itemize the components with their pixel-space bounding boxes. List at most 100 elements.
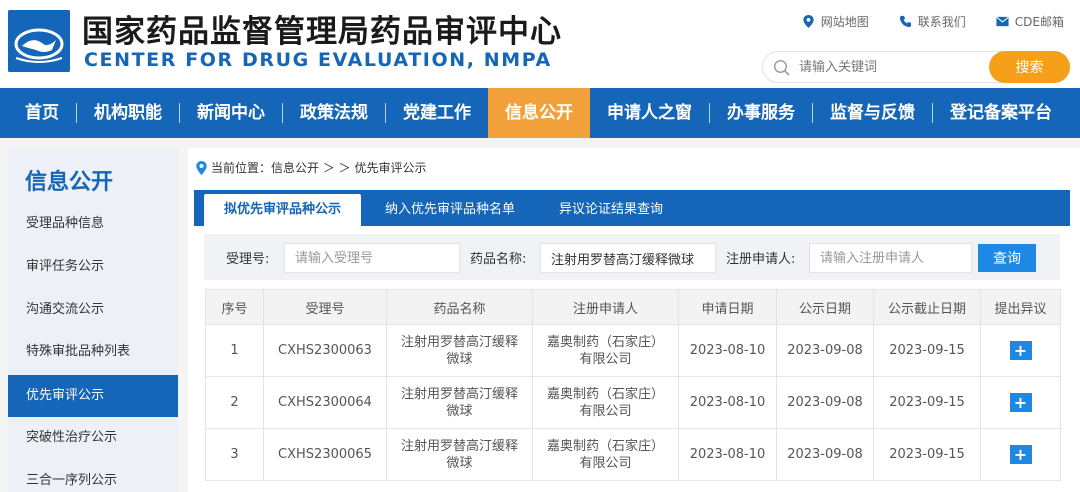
deadline-date: 2023-09-15 [873,428,981,481]
drug-name-line: 注射用罗替高汀缓释 [400,386,518,402]
drug-name: 注射用罗替高汀缓释 微球 [386,376,533,429]
drug-name: 注射用罗替高汀缓释 微球 [386,428,533,481]
site-header: 国家药品监督管理局药品审评中心 CENTER FOR DRUG EVALUATI… [0,0,1080,88]
nav-item-applicant[interactable]: 申请人之窗 [590,88,709,138]
acceptance-no: CXHS2300063 [263,324,387,377]
tab-proposed-priority[interactable]: 拟优先审评品种公示 [204,194,362,226]
apply-date: 2023-08-10 [678,428,777,481]
row-number: 3 [205,428,264,481]
search-icon [773,59,791,77]
filter-bar: 受理号: 药品名称: 注册申请人: 查询 [204,234,1060,280]
sidebar: 信息公开 受理品种信息 审评任务公示 沟通交流公示 特殊审批品种列表 优先审评公… [8,148,178,492]
main-nav: 首页 机构职能 新闻中心 政策法规 党建工作 信息公开 申请人之窗 办事服务 监… [0,88,1080,138]
deadline-date: 2023-09-15 [873,324,981,377]
column-header: 公示截止日期 [873,289,981,325]
tab-objection-results[interactable]: 异议论证结果查询 [539,194,683,226]
drug-name-line: 微球 [446,455,473,471]
search-input[interactable] [799,57,979,77]
drug-name-label: 药品名称: [470,252,527,267]
acceptance-no: CXHS2300065 [263,428,387,481]
drug-name-line: 注射用罗替高汀缓释 [400,438,518,454]
nav-item-home[interactable]: 首页 [8,88,76,138]
acceptance-no: CXHS2300064 [263,376,387,429]
sitemap-label: 网站地图 [820,15,869,29]
column-header: 序号 [205,289,264,325]
acceptance-no-input[interactable] [284,243,460,273]
top-links: 网站地图 联系我们 CDE邮箱 [802,13,1064,30]
drug-name-line: 微球 [446,351,473,367]
row-number: 1 [205,324,264,377]
drug-name-line: 注射用罗替高汀缓释 [400,334,518,350]
table-header-row: 序号 受理号 药品名称 注册申请人 申请日期 公示日期 公示截止日期 提出异议 [205,289,1061,325]
nav-item-info-disclosure[interactable]: 信息公开 [488,88,590,138]
sidebar-item-review-tasks[interactable]: 审评任务公示 [8,246,178,288]
column-header: 提出异议 [980,289,1061,325]
sitemap-link[interactable]: 网站地图 [802,13,869,30]
sidebar-item-special-approval[interactable]: 特殊审批品种列表 [8,331,178,373]
mail-icon [996,15,1009,28]
sidebar-item-three-in-one[interactable]: 三合一序列公示 [8,460,178,492]
table-row: 2 CXHS2300064 注射用罗替高汀缓释 微球 嘉奥制药（石家庄） 有限公司 … [205,376,1061,429]
publish-date: 2023-09-08 [776,376,874,429]
email-link[interactable]: CDE邮箱 [996,13,1064,30]
breadcrumb: 当前位置：信息公开 ＞ ＞ 优先审评公示 [196,159,426,176]
main-content: 当前位置：信息公开 ＞ ＞ 优先审评公示 拟优先审评品种公示 纳入优先审评品种名… [188,148,1080,492]
column-header: 注册申请人 [532,289,679,325]
sidebar-title: 信息公开 [25,170,114,195]
sidebar-item-communication[interactable]: 沟通交流公示 [8,289,178,331]
sidebar-item-priority-review[interactable]: 优先审评公示 [8,375,178,417]
nav-item-functions[interactable]: 机构职能 [77,88,179,138]
sidebar-item-accepted-varieties[interactable]: 受理品种信息 [8,203,178,245]
applicant-input[interactable] [809,243,972,273]
publish-date: 2023-09-08 [776,428,874,481]
column-header: 受理号 [263,289,387,325]
applicant-line: 嘉奥制药（石家庄） [546,438,664,454]
applicant-line: 有限公司 [579,455,632,471]
site-title-en: CENTER FOR DRUG EVALUATION, NMPA [84,49,552,71]
drug-name-line: 微球 [446,403,473,419]
nav-item-feedback[interactable]: 监督与反馈 [813,88,932,138]
tab-included-priority-list[interactable]: 纳入优先审评品种名单 [365,194,535,226]
query-button[interactable]: 查询 [978,244,1036,272]
nav-item-news[interactable]: 新闻中心 [180,88,282,138]
raise-objection-button[interactable]: + [1009,392,1032,412]
nav-item-registration[interactable]: 登记备案平台 [933,88,1069,138]
objection-cell: + [980,376,1061,429]
applicant-name: 嘉奥制药（石家庄） 有限公司 [532,324,679,377]
column-header: 公示日期 [776,289,874,325]
raise-objection-button[interactable]: + [1009,340,1032,360]
drug-name-input[interactable] [540,243,716,273]
email-label: CDE邮箱 [1014,15,1064,29]
column-header: 申请日期 [678,289,777,325]
deadline-date: 2023-09-15 [873,376,981,429]
table-row: 3 CXHS2300065 注射用罗替高汀缓释 微球 嘉奥制药（石家庄） 有限公司 … [205,428,1061,481]
cde-logo-icon[interactable] [8,10,70,72]
row-number: 2 [205,376,264,429]
applicant-line: 嘉奥制药（石家庄） [546,334,664,350]
table-row: 1 CXHS2300063 注射用罗替高汀缓释 微球 嘉奥制药（石家庄） 有限公司 … [205,324,1061,377]
breadcrumb-text: 当前位置：信息公开 ＞ ＞ 优先审评公示 [211,161,427,175]
search-button[interactable]: 搜索 [989,51,1070,83]
acceptance-label: 受理号: [226,252,270,267]
nav-item-party[interactable]: 党建工作 [386,88,488,138]
applicant-line: 有限公司 [579,403,632,419]
applicant-name: 嘉奥制药（石家庄） 有限公司 [532,428,679,481]
applicant-label: 注册申请人: [726,252,796,267]
results-table: 序号 受理号 药品名称 注册申请人 申请日期 公示日期 公示截止日期 提出异议 … [205,289,1061,481]
contact-link[interactable]: 联系我们 [899,13,966,30]
drug-name: 注射用罗替高汀缓释 微球 [386,324,533,377]
map-pin-icon [802,15,815,28]
nav-item-services[interactable]: 办事服务 [710,88,812,138]
apply-date: 2023-08-10 [678,376,777,429]
sidebar-item-breakthrough[interactable]: 突破性治疗公示 [8,417,178,459]
location-icon [196,160,207,175]
site-title-cn: 国家药品监督管理局药品审评中心 [82,14,562,50]
column-header: 药品名称 [386,289,533,325]
raise-objection-button[interactable]: + [1009,444,1032,464]
objection-cell: + [980,324,1061,377]
publish-date: 2023-09-08 [776,324,874,377]
applicant-line: 有限公司 [579,351,632,367]
contact-label: 联系我们 [917,15,966,29]
applicant-line: 嘉奥制药（石家庄） [546,386,664,402]
nav-item-policy[interactable]: 政策法规 [283,88,385,138]
